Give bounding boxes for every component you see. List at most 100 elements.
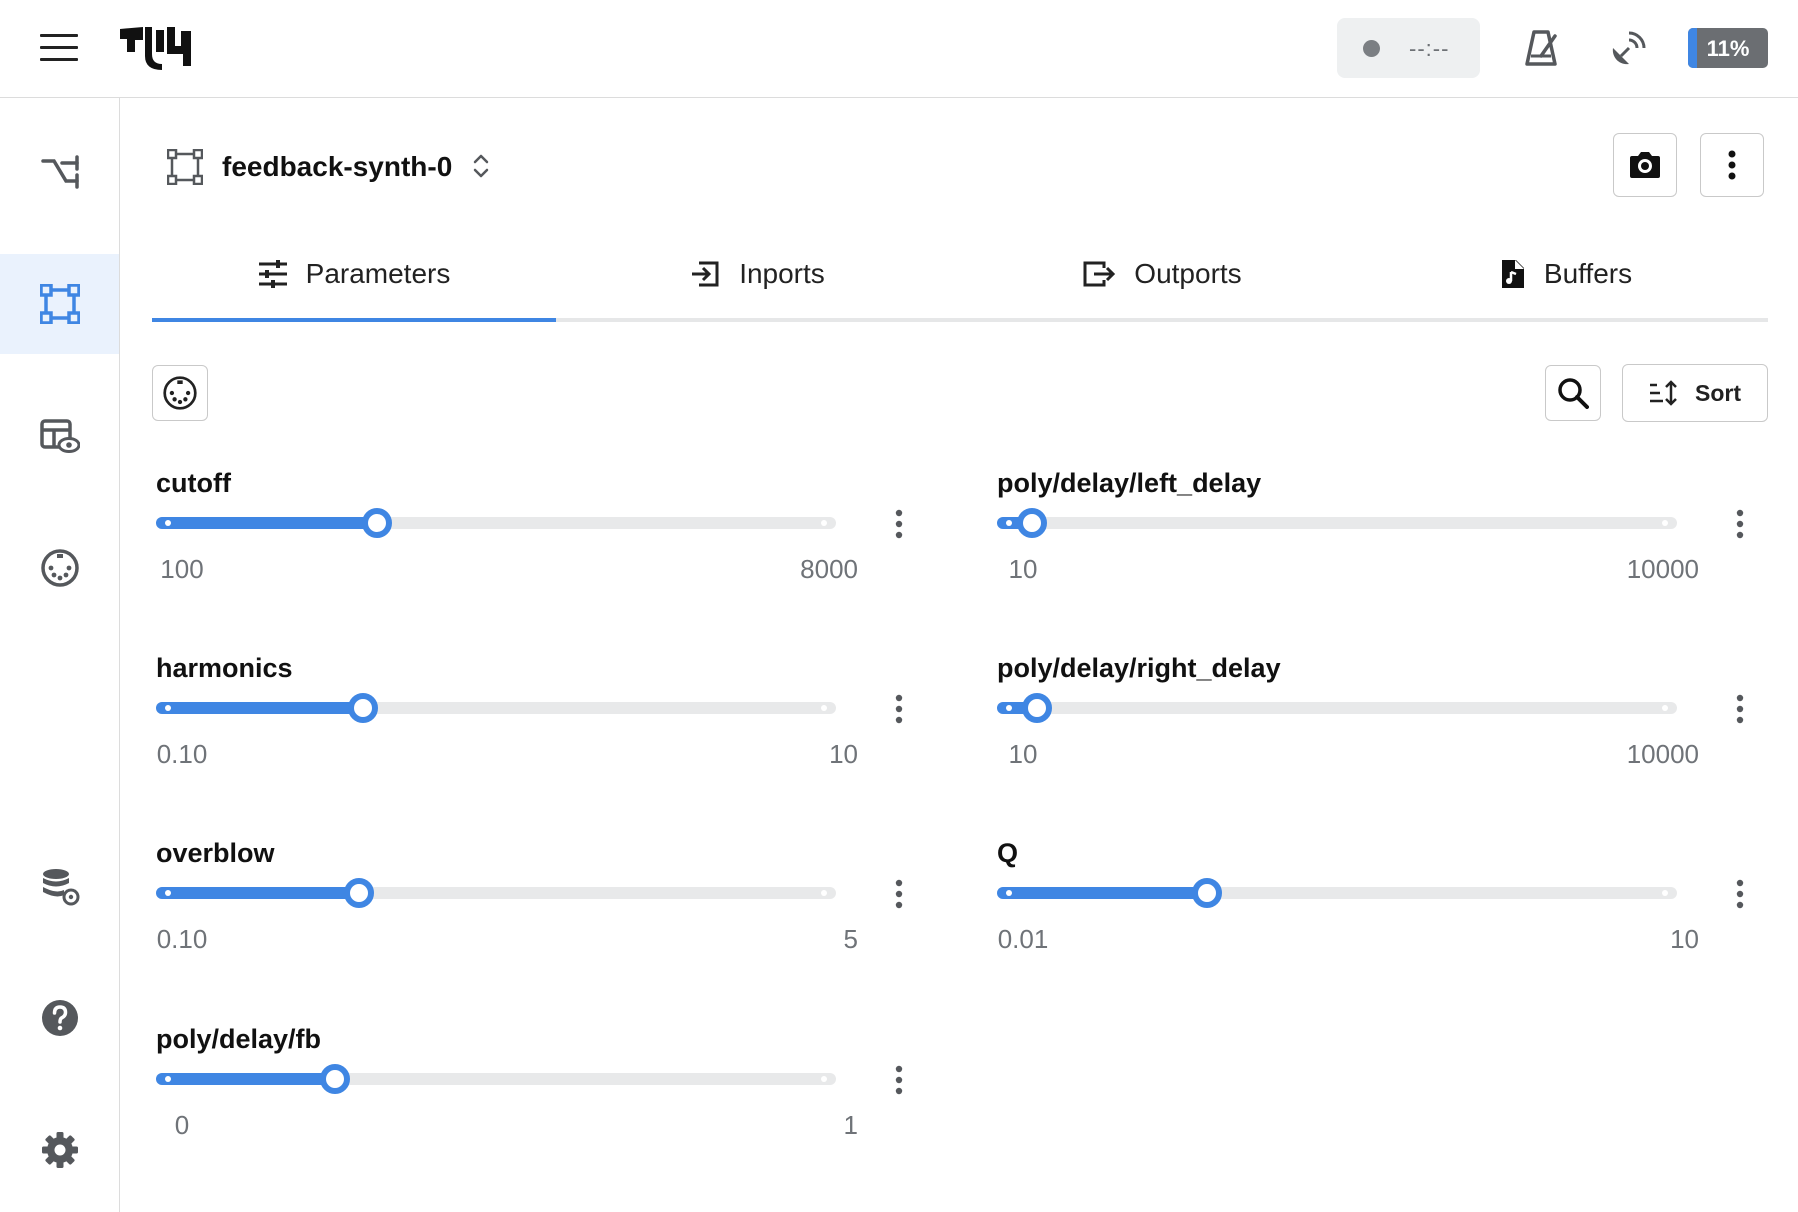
parameter-min: 0.01 [997, 924, 1049, 954]
transport-display[interactable]: --:-- [1337, 18, 1480, 78]
slider-start-dot [165, 520, 171, 526]
slider-thumb[interactable] [344, 878, 374, 908]
slider-start-dot [1006, 520, 1012, 526]
inport-icon [692, 261, 719, 287]
slider-thumb[interactable] [1017, 508, 1047, 538]
tab-label: Inports [739, 258, 825, 289]
slider-end-dot [821, 890, 827, 896]
parameter-menu-button[interactable] [884, 1063, 914, 1097]
slider-end-dot [821, 705, 827, 711]
slider-end-dot [821, 1076, 827, 1082]
parameter-poly-delay-right-delay: poly/delay/right_delay 10 10000 [993, 653, 1753, 803]
chevron-up-down-icon [473, 154, 489, 178]
search-button[interactable] [1545, 365, 1601, 421]
parameter-menu-button[interactable] [884, 877, 914, 911]
tab-bar: Parameters Inports Outports Buffers [152, 238, 1768, 322]
slider-thumb[interactable] [1192, 878, 1222, 908]
slider-fill [156, 887, 359, 899]
parameter-menu-button[interactable] [1725, 507, 1755, 541]
tab-label: Parameters [305, 258, 451, 289]
tab-parameters[interactable]: Parameters [152, 238, 556, 322]
parameter-slider[interactable] [156, 508, 836, 538]
database-gear-icon [42, 869, 79, 906]
sidebar-item-parameters[interactable] [0, 386, 119, 486]
sidebar-item-device[interactable] [0, 254, 119, 354]
tab-outports[interactable]: Outports [960, 238, 1364, 322]
camera-icon [1630, 152, 1660, 178]
parameter-slider[interactable] [997, 508, 1677, 538]
sort-button[interactable]: Sort [1622, 364, 1768, 422]
slider-end-dot [821, 520, 827, 526]
parameter-overblow: overblow 0.10 5 [152, 838, 912, 988]
sidebar-item-help[interactable] [0, 968, 119, 1068]
more-vertical-icon [1736, 879, 1744, 909]
midi-port-icon [163, 376, 197, 410]
slider-thumb[interactable] [320, 1064, 350, 1094]
slider-end-dot [1662, 520, 1668, 526]
parameter-harmonics: harmonics 0.10 10 [152, 653, 912, 803]
parameter-max: 1 [843, 1110, 858, 1140]
parameter-min: 100 [160, 554, 204, 584]
midi-mapping-button[interactable] [152, 365, 208, 421]
cpu-load-meter: 11% [1688, 28, 1768, 68]
parameter-max: 5 [843, 924, 858, 954]
more-vertical-icon [895, 1065, 903, 1095]
menu-icon[interactable] [40, 32, 78, 62]
parameter-name: poly/delay/left_delay [997, 468, 1262, 498]
parameter-name: poly/delay/fb [156, 1024, 322, 1054]
patch-cable-icon [40, 155, 79, 189]
parameter-menu-button[interactable] [1725, 877, 1755, 911]
active-tab-indicator [152, 318, 556, 322]
slider-thumb[interactable] [348, 693, 378, 723]
sort-icon [1650, 380, 1677, 406]
parameter-menu-button[interactable] [884, 507, 914, 541]
slider-thumb[interactable] [362, 508, 392, 538]
top-bar: --:-- 11% [0, 0, 1798, 98]
device-title: feedback-synth-0 [222, 151, 453, 182]
parameter-max: 10 [1670, 924, 1699, 954]
more-vertical-icon [1728, 150, 1736, 180]
more-vertical-icon [1736, 509, 1744, 539]
parameter-min: 0.10 [156, 924, 208, 954]
sidebar-item-midi[interactable] [0, 518, 119, 618]
parameter-cutoff: cutoff 100 8000 [152, 468, 912, 618]
parameter-name: poly/delay/right_delay [997, 653, 1281, 683]
midi-port-icon [40, 549, 79, 587]
slider-thumb[interactable] [1022, 693, 1052, 723]
parameter-slider[interactable] [156, 878, 836, 908]
snapshot-button[interactable] [1613, 133, 1677, 197]
parameter-slider[interactable] [156, 1064, 836, 1094]
parameter-q: Q 0.01 10 [993, 838, 1753, 988]
more-vertical-icon [895, 694, 903, 724]
slider-start-dot [1006, 705, 1012, 711]
remote-sync-icon[interactable] [1607, 26, 1651, 70]
parameter-name: cutoff [156, 468, 231, 498]
slider-fill [156, 517, 377, 529]
tab-inports[interactable]: Inports [556, 238, 960, 322]
parameter-poly-delay-left-delay: poly/delay/left_delay 10 10000 [993, 468, 1753, 618]
metronome-icon[interactable] [1519, 26, 1563, 70]
gear-icon [41, 1132, 78, 1168]
sidebar-item-resources[interactable] [0, 836, 119, 936]
sort-button-label: Sort [1695, 379, 1741, 406]
device-frame-icon [39, 284, 80, 324]
transport-time: --:-- [1409, 36, 1450, 61]
app-logo [119, 26, 193, 75]
sidebar-item-graph[interactable] [0, 122, 119, 222]
tab-buffers[interactable]: Buffers [1364, 238, 1768, 322]
parameter-slider[interactable] [997, 878, 1677, 908]
slider-fill [997, 887, 1207, 899]
parameter-name: overblow [156, 838, 275, 868]
parameter-max: 10000 [1626, 554, 1699, 584]
parameter-min: 10 [1008, 554, 1038, 584]
parameter-menu-button[interactable] [884, 692, 914, 726]
parameter-slider[interactable] [997, 693, 1677, 723]
more-options-button[interactable] [1700, 133, 1764, 197]
parameter-slider[interactable] [156, 693, 836, 723]
slider-end-dot [1662, 705, 1668, 711]
parameter-poly-delay-fb: poly/delay/fb 0 1 [152, 1024, 912, 1174]
record-status-dot [1363, 40, 1380, 57]
more-vertical-icon [895, 509, 903, 539]
sidebar-item-settings[interactable] [0, 1100, 119, 1200]
parameter-menu-button[interactable] [1725, 692, 1755, 726]
